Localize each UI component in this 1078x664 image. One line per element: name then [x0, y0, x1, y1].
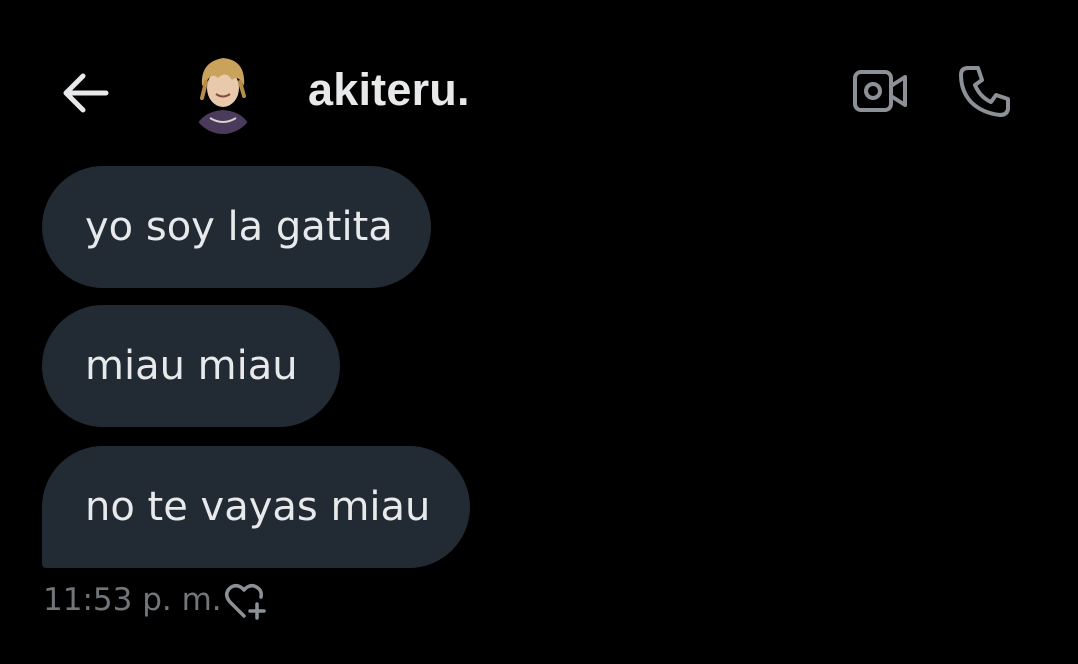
contact-name[interactable]: akiteru. [308, 64, 470, 116]
video-call-icon [853, 70, 907, 112]
heart-add-icon [225, 584, 266, 620]
phone-call-icon [959, 66, 1010, 117]
message-bubble[interactable]: no te vayas miau [42, 446, 470, 568]
chat-header: akiteru. [0, 0, 1078, 160]
avatar-image [188, 52, 258, 134]
message-bubble[interactable]: yo soy la gatita [42, 166, 431, 288]
message-text: no te vayas miau [85, 484, 431, 530]
video-call-button[interactable] [850, 66, 910, 118]
arrow-left-icon [63, 73, 109, 113]
message-bubble[interactable]: miau miau [42, 305, 340, 427]
message-text: yo soy la gatita [85, 204, 393, 250]
avatar[interactable] [188, 52, 258, 134]
message-text: miau miau [85, 343, 298, 389]
back-button[interactable] [56, 66, 116, 120]
add-reaction-button[interactable] [222, 580, 270, 622]
phone-call-button[interactable] [956, 62, 1014, 120]
message-timestamp: 11:53 p. m. [43, 582, 222, 618]
